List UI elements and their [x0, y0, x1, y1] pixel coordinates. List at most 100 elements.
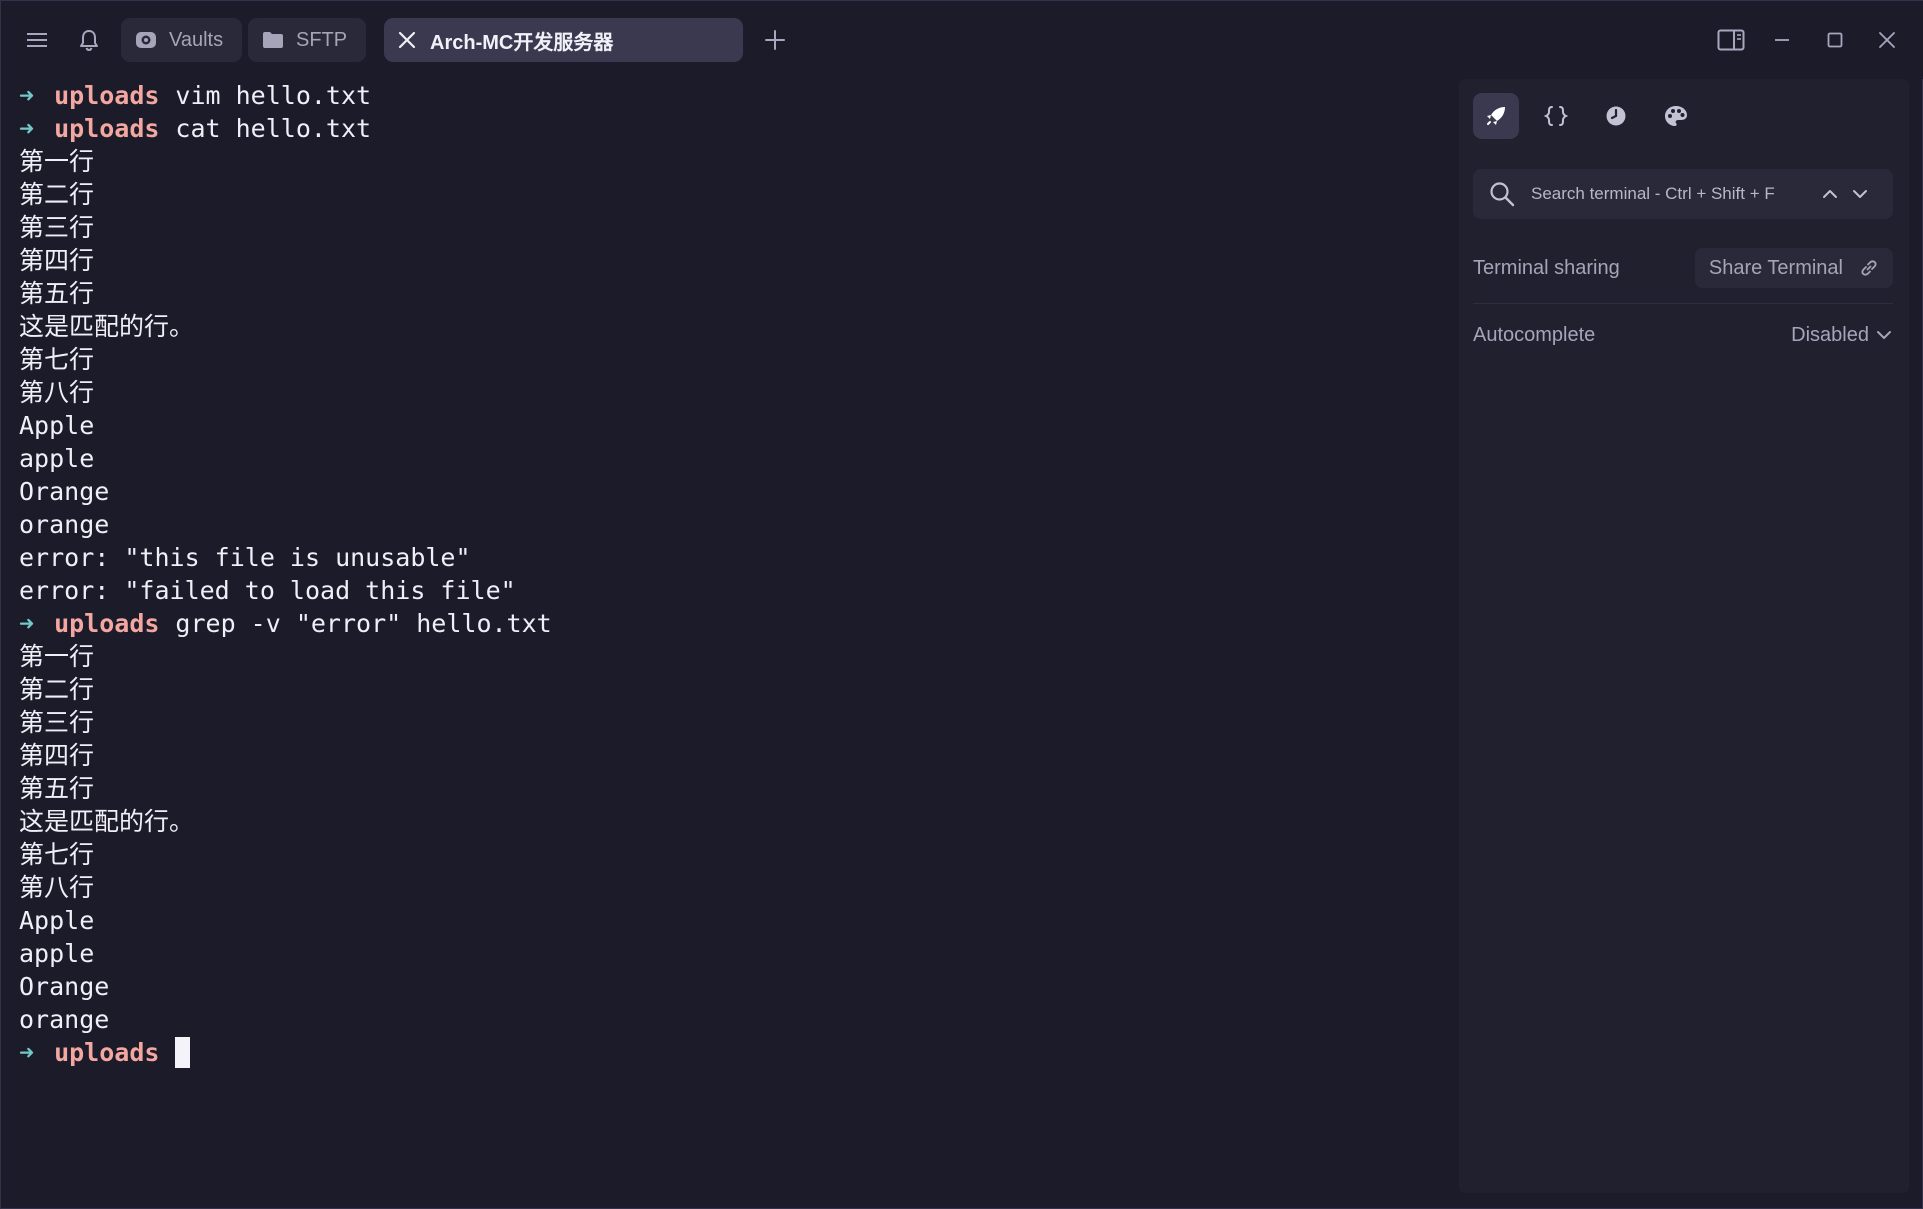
folder-icon	[262, 31, 284, 49]
divider	[1473, 303, 1893, 304]
output-text: Apple	[19, 906, 95, 935]
output-line: Orange	[19, 970, 1439, 1003]
prompt-line: ➜ uploads vim hello.txt	[19, 79, 1439, 112]
terminal-search[interactable]	[1473, 169, 1893, 219]
output-line: 这是匹配的行。	[19, 805, 1439, 838]
clock-icon	[1606, 106, 1626, 126]
menu-button[interactable]	[19, 23, 55, 57]
app-window: Vaults SFTP Arch-MC开发服务器 ➜ uploads vim h…	[0, 0, 1923, 1209]
close-icon[interactable]	[398, 31, 416, 49]
link-icon	[1859, 258, 1879, 278]
prompt-directory: uploads	[54, 114, 160, 143]
output-text: 第二行	[19, 180, 95, 209]
output-text: apple	[19, 939, 95, 968]
autocomplete-value: Disabled	[1791, 323, 1869, 346]
panel-tabs	[1473, 93, 1713, 139]
output-text: orange	[19, 1005, 110, 1034]
terminal-cursor	[175, 1037, 191, 1068]
prompt-arrow-icon: ➜	[19, 1038, 35, 1067]
output-line: orange	[19, 508, 1439, 541]
close-window-button[interactable]	[1869, 23, 1905, 57]
prompt-line: ➜ uploads cat hello.txt	[19, 112, 1439, 145]
tab-arch-mc-server[interactable]: Arch-MC开发服务器	[384, 18, 743, 62]
search-icon	[1489, 181, 1515, 207]
output-line: error: "failed to load this file"	[19, 574, 1439, 607]
split-panel-icon	[1717, 29, 1745, 51]
output-line: 第八行	[19, 376, 1439, 409]
tab-snippets[interactable]	[1473, 93, 1519, 139]
tab-code[interactable]	[1533, 93, 1579, 139]
output-text: 第七行	[19, 345, 95, 374]
output-line: 第七行	[19, 343, 1439, 376]
prompt-arrow-icon: ➜	[19, 609, 35, 638]
output-line: 第三行	[19, 706, 1439, 739]
notifications-button[interactable]	[71, 23, 107, 57]
output-line: Apple	[19, 409, 1439, 442]
tab-theme[interactable]	[1653, 93, 1699, 139]
output-line: Orange	[19, 475, 1439, 508]
autocomplete-dropdown[interactable]: Disabled	[1791, 324, 1893, 347]
autocomplete-label: Autocomplete	[1473, 323, 1596, 346]
output-text: orange	[19, 510, 110, 539]
minimize-icon	[1775, 39, 1789, 41]
output-text: Orange	[19, 972, 110, 1001]
maximize-button[interactable]	[1817, 23, 1853, 57]
terminal-output[interactable]: ➜ uploads vim hello.txt ➜ uploads cat hello.t…	[19, 79, 1439, 1199]
prompt-directory: uploads	[54, 1038, 160, 1067]
output-text: 第四行	[19, 741, 95, 770]
output-text: Orange	[19, 477, 110, 506]
bell-icon	[80, 30, 98, 52]
toggle-panel-button[interactable]	[1713, 23, 1749, 57]
add-tab-button[interactable]	[757, 23, 793, 57]
tab-label: Vaults	[169, 28, 224, 51]
terminal-sharing-row: Terminal sharing Share Terminal	[1473, 247, 1893, 289]
output-line: error: "this file is unusable"	[19, 541, 1439, 574]
search-input[interactable]	[1529, 183, 1803, 205]
vault-icon	[135, 30, 157, 50]
output-line: 第四行	[19, 739, 1439, 772]
minimize-button[interactable]	[1764, 23, 1800, 57]
tab-vaults[interactable]: Vaults	[121, 18, 242, 62]
share-terminal-label: Share Terminal	[1708, 256, 1843, 279]
output-text: 这是匹配的行。	[19, 807, 195, 836]
output-text: 第四行	[19, 246, 95, 275]
chevron-down-icon[interactable]	[1851, 185, 1869, 203]
tab-sftp[interactable]: SFTP	[248, 18, 366, 62]
output-line: 第八行	[19, 871, 1439, 904]
chevron-up-icon[interactable]	[1821, 185, 1839, 203]
autocomplete-row: Autocomplete Disabled	[1473, 317, 1893, 353]
output-text: error: "failed to load this file"	[19, 576, 516, 605]
terminal-sharing-label: Terminal sharing	[1473, 256, 1620, 279]
output-text: Apple	[19, 411, 95, 440]
output-text: 第七行	[19, 840, 95, 869]
side-panel: Terminal sharing Share Terminal Autocomp…	[1459, 79, 1909, 1193]
output-line: 第五行	[19, 772, 1439, 805]
output-line: orange	[19, 1003, 1439, 1036]
palette-icon	[1665, 106, 1687, 126]
output-text: 第三行	[19, 708, 95, 737]
command-text: grep -v "error" hello.txt	[175, 609, 552, 638]
tab-label: SFTP	[296, 28, 348, 51]
output-line: 第二行	[19, 178, 1439, 211]
prompt-arrow-icon: ➜	[19, 114, 35, 143]
output-line: 这是匹配的行。	[19, 310, 1439, 343]
output-line: 第一行	[19, 145, 1439, 178]
maximize-icon	[1827, 32, 1843, 48]
command-text: vim hello.txt	[175, 81, 372, 110]
prompt-arrow-icon: ➜	[19, 81, 35, 110]
output-text: 第五行	[19, 774, 95, 803]
plus-icon	[765, 30, 785, 50]
tab-history[interactable]	[1593, 93, 1639, 139]
output-text: 第一行	[19, 147, 95, 176]
rocket-icon	[1487, 107, 1505, 125]
share-terminal-button[interactable]: Share Terminal	[1694, 248, 1893, 288]
prompt-line: ➜ uploads grep -v "error" hello.txt	[19, 607, 1439, 640]
output-text: 第二行	[19, 675, 95, 704]
output-line: 第五行	[19, 277, 1439, 310]
output-text: 第三行	[19, 213, 95, 242]
title-bar: Vaults SFTP Arch-MC开发服务器	[1, 1, 1923, 79]
output-line: 第七行	[19, 838, 1439, 871]
output-line: Apple	[19, 904, 1439, 937]
output-text: 第一行	[19, 642, 95, 671]
output-line: 第二行	[19, 673, 1439, 706]
